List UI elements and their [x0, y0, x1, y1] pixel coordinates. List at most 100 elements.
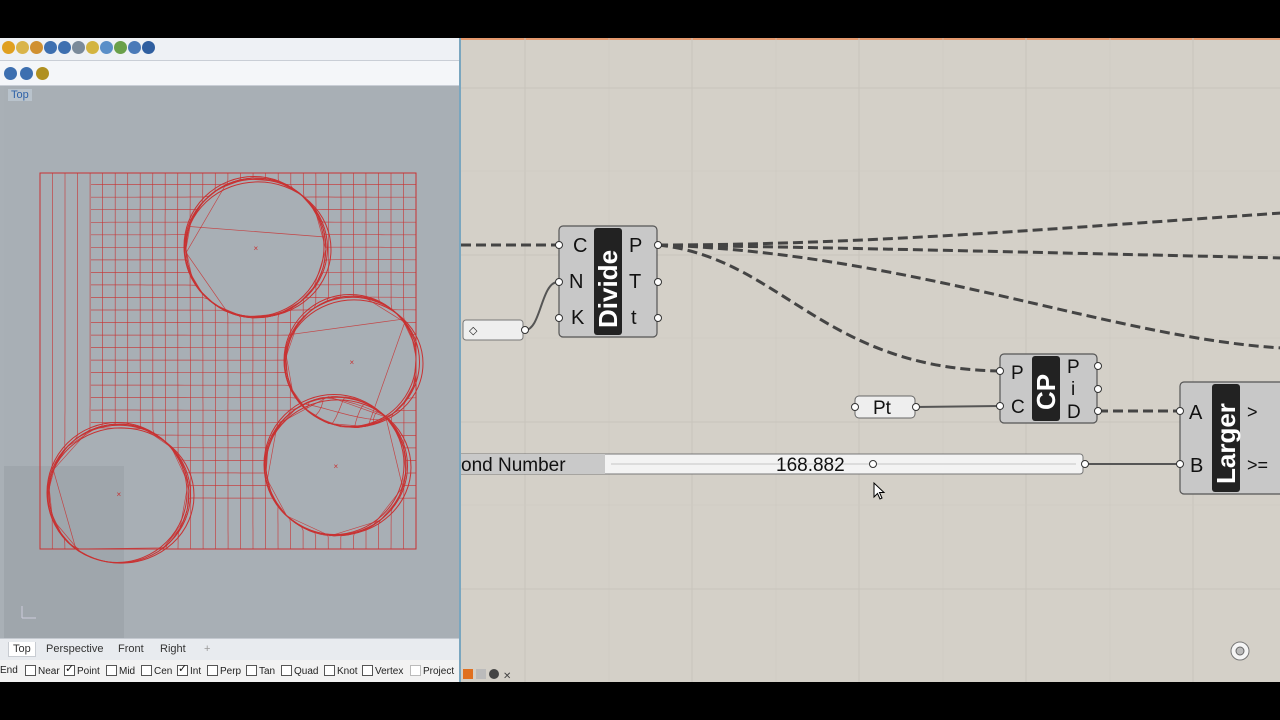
wire-points-c: [657, 243, 1280, 350]
canvas-bottom-toolbar: ✕: [461, 668, 521, 682]
tab-front[interactable]: Front: [114, 642, 148, 656]
gh-close-icon[interactable]: ✕: [503, 671, 511, 682]
checkbox[interactable]: [106, 665, 117, 676]
wire-pt-to-cp: [915, 405, 1000, 408]
divide-input-n: N: [569, 271, 583, 293]
cp-output-i: i: [1071, 379, 1075, 400]
rhino-toolbar-secondary: [0, 61, 459, 86]
circle-center-point: ×: [117, 490, 122, 499]
viewport-canvas[interactable]: × × × ×: [4, 86, 459, 638]
viewport-title[interactable]: Top: [8, 89, 32, 101]
grid-curve: [265, 172, 327, 549]
osnap-tan[interactable]: Tan: [246, 665, 275, 677]
grid-curve: [265, 173, 327, 549]
closest-point-component[interactable]: CP P C P i D: [996, 353, 1102, 424]
osnap-vertex[interactable]: Vertex: [362, 665, 403, 677]
magnify-icon[interactable]: [20, 67, 33, 80]
grasshopper-canvas[interactable]: ◇ Divide C N K P T t Pt CP P C P i D Lar…: [459, 38, 1280, 682]
grid-curve: [91, 295, 417, 336]
checkbox[interactable]: [362, 665, 373, 676]
tab-right[interactable]: Right: [156, 642, 190, 656]
osnap-int[interactable]: Int: [177, 663, 201, 677]
divide-output-p: P: [629, 235, 642, 257]
checkbox[interactable]: [177, 663, 188, 676]
help-icon[interactable]: [142, 41, 155, 54]
checkbox[interactable]: [246, 665, 257, 676]
osnap-point[interactable]: Point: [64, 663, 100, 677]
osnap-knot[interactable]: Knot: [324, 665, 358, 677]
toolbar-tool-icon[interactable]: [30, 41, 43, 54]
larger-output-gte: >=: [1247, 455, 1268, 475]
wire-points-a: [657, 211, 1280, 247]
checkbox[interactable]: [25, 665, 36, 676]
cp-input-c: C: [1011, 397, 1025, 418]
gh-preview-icon[interactable]: [476, 669, 486, 679]
circle-center-point: ×: [334, 462, 339, 471]
rhino-viewport-top[interactable]: × × × × Top: [4, 86, 459, 638]
toolbar-tool-icon[interactable]: [72, 41, 85, 54]
osnap-near[interactable]: Near: [25, 665, 60, 677]
gh-settings-icon[interactable]: [489, 669, 499, 679]
checkbox[interactable]: [64, 663, 75, 676]
blue-r-icon[interactable]: [4, 67, 17, 80]
grid-curve: [91, 177, 416, 211]
checkbox[interactable]: [141, 665, 152, 676]
osnap-perp[interactable]: Perp: [207, 665, 241, 677]
toolbar-tool-icon[interactable]: [86, 41, 99, 54]
slider-label: ond Number: [461, 455, 566, 476]
divide-input-k: K: [571, 307, 585, 329]
circle-center-point: ×: [350, 358, 355, 367]
divide-output-t-lower: t: [631, 307, 637, 329]
svg-text:◇: ◇: [469, 325, 478, 337]
grid-curve: [90, 384, 417, 428]
checkbox[interactable]: [281, 665, 292, 676]
larger-component[interactable]: Larger A B > >=: [1176, 381, 1280, 495]
grid-curve: [91, 177, 416, 198]
toolbar-tool-icon[interactable]: [128, 41, 141, 54]
grid-curve: [127, 173, 189, 550]
checkbox[interactable]: [324, 665, 335, 676]
toolbar-tool-icon[interactable]: [58, 41, 71, 54]
rhino-toolbar-main: [0, 38, 459, 61]
cp-title: CP: [1031, 374, 1061, 410]
larger-input-a: A: [1189, 402, 1203, 424]
grid-curve: [164, 173, 190, 550]
grid-curve: [265, 173, 327, 549]
toolbar-tool-icon[interactable]: [2, 41, 15, 54]
osnap-cen[interactable]: Cen: [141, 665, 172, 677]
osnap-mid[interactable]: Mid: [106, 665, 135, 677]
tab-top[interactable]: Top: [8, 642, 36, 657]
slider-grip[interactable]: [869, 460, 877, 468]
toolbar-tool-icon[interactable]: [114, 41, 127, 54]
osnap-quad[interactable]: Quad: [281, 665, 318, 677]
number-slider[interactable]: ond Number 168.882: [461, 453, 1089, 476]
grid-curve: [91, 318, 417, 361]
cp-output-d: D: [1067, 402, 1081, 423]
canvas-graph[interactable]: ◇ Divide C N K P T t Pt CP P C P i D Lar…: [461, 38, 1280, 682]
osnap-project[interactable]: Project: [410, 665, 454, 677]
osnap-end[interactable]: End: [0, 665, 18, 677]
larger-title: Larger: [1211, 403, 1241, 484]
grid-curve: [152, 172, 190, 550]
checkbox[interactable]: [207, 665, 218, 676]
circle-center-point: ×: [254, 244, 259, 253]
osnap-bar: End Near Point Mid Cen Int Perp Tan Quad…: [0, 660, 459, 682]
grid-curve: [82, 395, 416, 449]
canvas-grid: [461, 38, 1280, 682]
canvas-navigation-icon[interactable]: [1230, 641, 1250, 661]
divide-component[interactable]: Divide C N K P T t: [555, 225, 662, 338]
toolbar-tool-icon[interactable]: [16, 41, 29, 54]
tab-add-button[interactable]: +: [200, 642, 214, 656]
canvas-minor-grid: [461, 38, 1280, 682]
checkbox[interactable]: [410, 665, 421, 676]
gh-status-icon[interactable]: [463, 669, 473, 679]
grid-curve: [285, 173, 404, 549]
grid-curve: [139, 173, 190, 550]
tab-perspective[interactable]: Perspective: [42, 642, 107, 656]
green-m-icon[interactable]: [36, 67, 49, 80]
toolbar-tool-icon[interactable]: [44, 41, 57, 54]
panel-param-stub[interactable]: ◇: [462, 319, 529, 341]
grid-curve: [378, 173, 417, 549]
pt-param[interactable]: Pt: [851, 395, 920, 419]
toolbar-tool-icon[interactable]: [100, 41, 113, 54]
